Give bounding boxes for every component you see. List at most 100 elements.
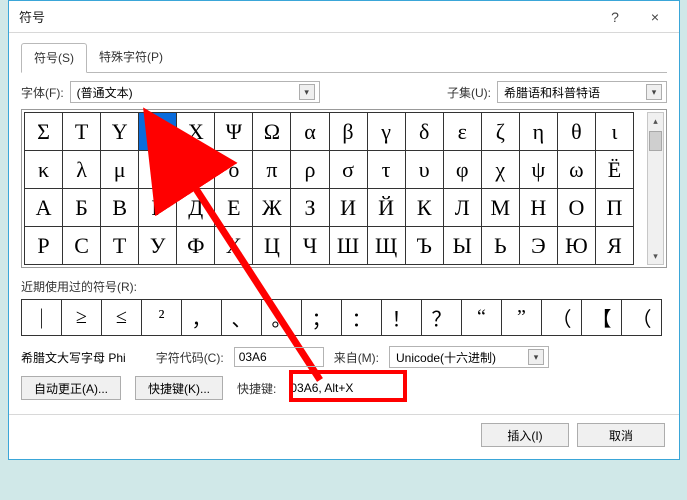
symbol-cell[interactable]: Щ <box>367 227 405 265</box>
symbol-cell[interactable]: ξ <box>177 151 215 189</box>
recent-cell[interactable]: ≤ <box>102 300 142 336</box>
help-button[interactable]: ? <box>595 3 635 31</box>
symbol-cell[interactable]: Ё <box>595 151 633 189</box>
tab-special[interactable]: 特殊字符(P) <box>87 43 175 72</box>
symbol-cell[interactable]: Τ <box>63 113 101 151</box>
symbol-cell[interactable]: Л <box>443 189 481 227</box>
symbol-cell[interactable]: Ю <box>557 227 595 265</box>
recent-cell[interactable]: ” <box>502 300 542 336</box>
symbol-cell[interactable]: З <box>291 189 329 227</box>
symbol-cell[interactable]: π <box>253 151 291 189</box>
symbol-cell[interactable]: Σ <box>25 113 63 151</box>
recent-cell[interactable]: ， <box>182 300 222 336</box>
symbol-cell[interactable]: ψ <box>519 151 557 189</box>
subset-combo[interactable]: 希腊语和科普特语 ▾ <box>497 81 667 103</box>
recent-cell[interactable]: ｜ <box>22 300 62 336</box>
recent-grid[interactable]: ｜≥≤²，、。；：！？“”（【（ <box>21 299 662 336</box>
recent-cell[interactable]: ！ <box>382 300 422 336</box>
recent-cell[interactable]: ≥ <box>62 300 102 336</box>
symbol-cell[interactable]: η <box>519 113 557 151</box>
recent-cell[interactable]: ； <box>302 300 342 336</box>
symbol-cell[interactable]: β <box>329 113 367 151</box>
symbol-cell[interactable]: Ψ <box>215 113 253 151</box>
symbol-cell[interactable]: Р <box>25 227 63 265</box>
char-name: 希腊文大写字母 Phi <box>21 349 126 366</box>
recent-cell[interactable]: ² <box>142 300 182 336</box>
autocorrect-button[interactable]: 自动更正(A)... <box>21 376 121 400</box>
symbol-grid[interactable]: ΣΤΥΦΧΨΩαβγδεζηθι κλμνξοπρστυφχψωЁ АБВГДЕЖЗ… <box>24 112 634 265</box>
symbol-cell[interactable]: И <box>329 189 367 227</box>
symbol-cell[interactable]: ω <box>557 151 595 189</box>
symbol-cell[interactable]: α <box>291 113 329 151</box>
insert-button[interactable]: 插入(I) <box>481 423 569 447</box>
symbol-cell[interactable]: γ <box>367 113 405 151</box>
symbol-cell[interactable]: Ж <box>253 189 291 227</box>
symbol-cell[interactable]: θ <box>557 113 595 151</box>
symbol-cell[interactable]: Ы <box>443 227 481 265</box>
symbol-cell[interactable]: Й <box>367 189 405 227</box>
recent-cell[interactable]: ？ <box>422 300 462 336</box>
recent-cell[interactable]: 。 <box>262 300 302 336</box>
symbol-cell[interactable]: Ч <box>291 227 329 265</box>
close-button[interactable]: × <box>635 3 675 31</box>
symbol-cell[interactable]: μ <box>101 151 139 189</box>
from-combo[interactable]: Unicode(十六进制) ▾ <box>389 346 549 368</box>
symbol-cell[interactable]: ν <box>139 151 177 189</box>
recent-cell[interactable]: 【 <box>582 300 622 336</box>
recent-cell[interactable]: ： <box>342 300 382 336</box>
symbol-cell[interactable]: Е <box>215 189 253 227</box>
symbol-cell[interactable]: ε <box>443 113 481 151</box>
symbol-cell[interactable]: Я <box>595 227 633 265</box>
code-field[interactable]: 03A6 <box>234 347 324 367</box>
symbol-cell[interactable]: Ц <box>253 227 291 265</box>
shortcut-button[interactable]: 快捷键(K)... <box>135 376 223 400</box>
symbol-cell[interactable]: φ <box>443 151 481 189</box>
symbol-cell[interactable]: Г <box>139 189 177 227</box>
chevron-down-icon: ▾ <box>646 84 662 100</box>
tab-symbols[interactable]: 符号(S) <box>21 43 87 73</box>
symbol-cell[interactable]: Ф <box>177 227 215 265</box>
symbol-cell[interactable]: В <box>101 189 139 227</box>
symbol-cell[interactable]: О <box>557 189 595 227</box>
symbol-cell[interactable]: τ <box>367 151 405 189</box>
recent-cell[interactable]: （ <box>622 300 662 336</box>
symbol-cell[interactable]: С <box>63 227 101 265</box>
symbol-cell[interactable]: М <box>481 189 519 227</box>
symbol-cell[interactable]: Э <box>519 227 557 265</box>
symbol-cell[interactable]: Υ <box>101 113 139 151</box>
scroll-up-icon[interactable]: ▴ <box>648 113 663 129</box>
symbol-cell[interactable]: χ <box>481 151 519 189</box>
font-combo[interactable]: (普通文本) ▾ <box>70 81 320 103</box>
symbol-cell[interactable]: υ <box>405 151 443 189</box>
scroll-thumb[interactable] <box>649 131 662 151</box>
cancel-button[interactable]: 取消 <box>577 423 665 447</box>
symbol-cell[interactable]: ι <box>595 113 633 151</box>
scrollbar[interactable]: ▴ ▾ <box>647 112 664 265</box>
recent-cell[interactable]: “ <box>462 300 502 336</box>
symbol-cell[interactable]: Д <box>177 189 215 227</box>
symbol-cell[interactable]: ο <box>215 151 253 189</box>
symbol-cell[interactable]: σ <box>329 151 367 189</box>
recent-cell[interactable]: （ <box>542 300 582 336</box>
symbol-cell[interactable]: Ω <box>253 113 291 151</box>
symbol-cell[interactable]: κ <box>25 151 63 189</box>
symbol-cell[interactable]: Χ <box>177 113 215 151</box>
symbol-cell[interactable]: ρ <box>291 151 329 189</box>
symbol-cell[interactable]: λ <box>63 151 101 189</box>
symbol-cell[interactable]: Φ <box>139 113 177 151</box>
symbol-cell[interactable]: Б <box>63 189 101 227</box>
scroll-down-icon[interactable]: ▾ <box>648 248 663 264</box>
symbol-cell[interactable]: ζ <box>481 113 519 151</box>
symbol-cell[interactable]: Ь <box>481 227 519 265</box>
symbol-cell[interactable]: Н <box>519 189 557 227</box>
symbol-cell[interactable]: К <box>405 189 443 227</box>
symbol-cell[interactable]: У <box>139 227 177 265</box>
symbol-cell[interactable]: Ш <box>329 227 367 265</box>
symbol-cell[interactable]: П <box>595 189 633 227</box>
symbol-cell[interactable]: Ъ <box>405 227 443 265</box>
symbol-cell[interactable]: А <box>25 189 63 227</box>
symbol-cell[interactable]: Т <box>101 227 139 265</box>
symbol-cell[interactable]: δ <box>405 113 443 151</box>
symbol-cell[interactable]: Х <box>215 227 253 265</box>
recent-cell[interactable]: 、 <box>222 300 262 336</box>
